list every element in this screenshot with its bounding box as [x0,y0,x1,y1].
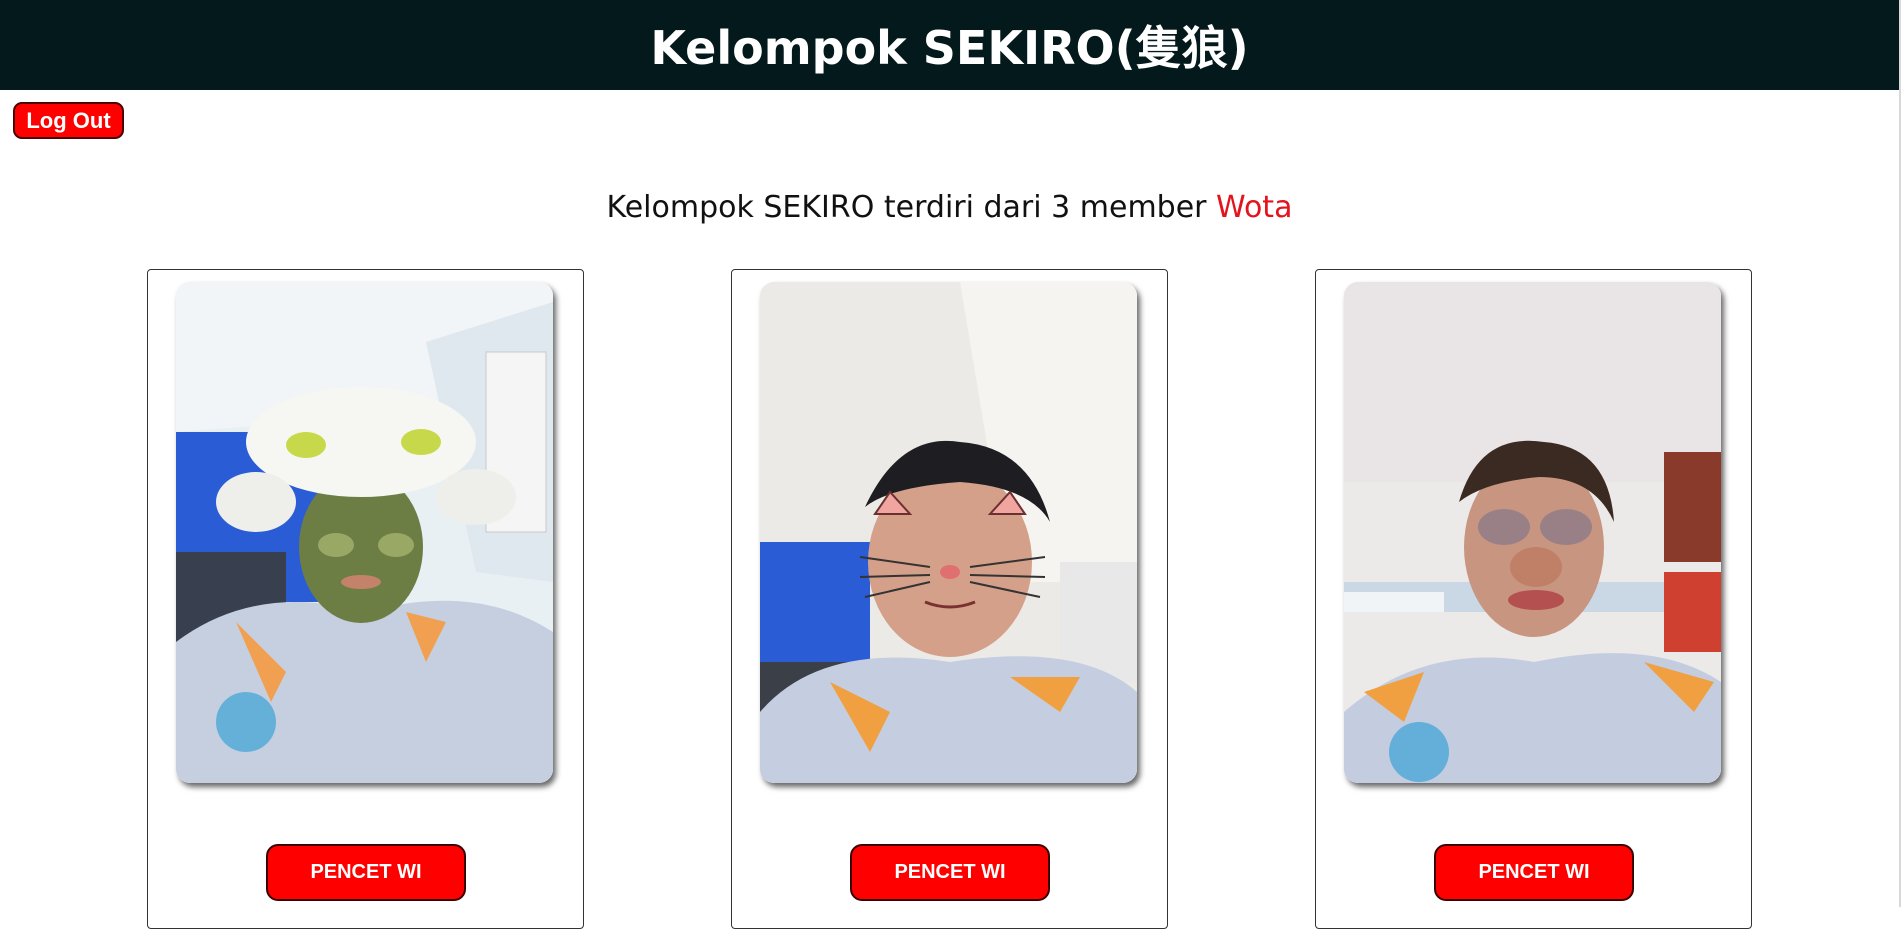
member-photo [1344,282,1721,783]
member-photo [176,282,553,783]
page-title: Kelompok SEKIRO(隻狼) [650,21,1249,75]
member-card: PENCET WI [731,269,1168,929]
member-card: PENCET WI [1315,269,1752,929]
pencet-wi-button[interactable]: PENCET WI [266,844,466,901]
intro-text: Kelompok SEKIRO terdiri dari 3 member Wo… [0,190,1899,225]
member-photo [760,282,1137,783]
pencet-wi-button[interactable]: PENCET WI [1434,844,1634,901]
member-card: PENCET WI [147,269,584,929]
pencet-wi-button[interactable]: PENCET WI [850,844,1050,901]
page-header: Kelompok SEKIRO(隻狼) [0,0,1899,90]
logout-button[interactable]: Log Out [13,102,124,139]
intro-main-text: Kelompok SEKIRO terdiri dari 3 member [606,190,1217,225]
intro-accent-text: Wota [1216,190,1293,225]
